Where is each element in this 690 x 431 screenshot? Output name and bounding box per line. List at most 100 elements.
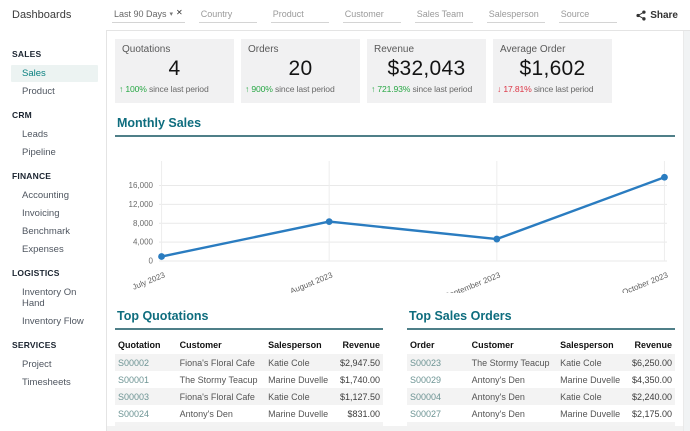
kpi-card-revenue: Revenue$32,043↑ 721.93% since last perio…: [367, 39, 486, 103]
table-row: S00001The Stormy TeacupMarine Duvelle$1,…: [115, 371, 383, 388]
filter-customer[interactable]: Customer: [343, 7, 401, 23]
table-row: S00003Fiona's Floral CafeKatie Cole$1,12…: [115, 388, 383, 405]
kpi-suffix: since last period: [147, 84, 209, 94]
share-button[interactable]: Share: [636, 10, 678, 21]
sidebar-item-inventory-on-hand[interactable]: Inventory On Hand: [11, 284, 98, 312]
dashboard-app: Dashboards Last 90 Days▾✕CountryProductC…: [0, 0, 690, 431]
sidebar-item-inventory-flow[interactable]: Inventory Flow: [11, 313, 98, 330]
data-point: [326, 218, 333, 225]
sidebar-item-sales[interactable]: Sales: [11, 65, 98, 82]
data-point: [158, 253, 165, 260]
record-link[interactable]: S00003: [115, 388, 177, 405]
kpi-suffix: since last period: [532, 84, 594, 94]
caret-down-icon[interactable]: ▾: [170, 10, 174, 18]
record-link[interactable]: S00027: [407, 405, 469, 422]
main-content: Quotations4↑ 100% since last periodOrder…: [106, 30, 690, 431]
table-cell: Katie Cole: [265, 388, 335, 405]
y-tick-label: 8,000: [133, 219, 154, 228]
table-cell: The Stormy Teacup: [469, 354, 557, 371]
y-tick-label: 12,000: [129, 200, 154, 209]
column-header-salesperson: Salesperson: [557, 337, 627, 354]
sidebar-section-sales: SALES: [0, 40, 106, 64]
table-cell: Katie Cole: [557, 354, 627, 371]
sidebar-item-project[interactable]: Project: [11, 356, 98, 373]
x-tick-label: September 2023: [443, 270, 502, 293]
table-cell: $2,947.50: [335, 354, 383, 371]
page-body: SALESSalesProductCRMLeadsPipelineFINANCE…: [0, 30, 690, 431]
record-link[interactable]: S00024: [115, 405, 177, 422]
record-link[interactable]: S00023: [407, 354, 469, 371]
table-cell: Marine Duvelle: [557, 405, 627, 422]
table-cell: Fiona's Floral Cafe: [177, 354, 265, 371]
kpi-value: $32,043: [369, 57, 484, 81]
kpi-value: $1,602: [495, 57, 610, 81]
filter-product[interactable]: Product: [271, 7, 329, 23]
sidebar-item-timesheets[interactable]: Timesheets: [11, 374, 98, 391]
top-bar: Dashboards Last 90 Days▾✕CountryProductC…: [0, 0, 690, 30]
top-sales-orders-table: OrderCustomerSalespersonRevenue S00023Th…: [407, 337, 675, 431]
table-cell: Marine Duvelle: [265, 371, 335, 388]
table-cell: Marine Duvelle: [265, 405, 335, 422]
table-cell: $831.00: [335, 405, 383, 422]
sidebar-section-services: SERVICES: [0, 331, 106, 355]
filter-source[interactable]: Source: [559, 7, 617, 23]
filter-last-90-days[interactable]: Last 90 Days▾✕: [112, 7, 185, 23]
record-link[interactable]: S00002: [115, 354, 177, 371]
table-cell: $6,250.00: [627, 354, 675, 371]
kpi-card-orders: Orders 20 ↑ 900% since last period: [241, 39, 360, 103]
table-cell: Antony's Den: [469, 371, 557, 388]
filter-label: Salesperson: [489, 9, 539, 19]
kpi-suffix: since last period: [410, 84, 472, 94]
top-sales-orders-block: Top Sales Orders OrderCustomerSalesperso…: [407, 309, 675, 431]
kpi-title: Orders: [243, 44, 358, 55]
kpi-card-average-order: Average Order $1,602 ↓ 17.81% since last p…: [493, 39, 612, 103]
filter-label: Customer: [345, 9, 384, 19]
sidebar-item-expenses[interactable]: Expenses: [11, 241, 98, 258]
sidebar-section-finance: FINANCE: [0, 162, 106, 186]
table-row: S00004Antony's DenKatie Cole$2,240.00: [407, 388, 675, 405]
sidebar: SALESSalesProductCRMLeadsPipelineFINANCE…: [0, 30, 106, 431]
sidebar-item-benchmark[interactable]: Benchmark: [11, 223, 98, 240]
scrollbar[interactable]: [683, 31, 690, 431]
column-header-revenue: Revenue: [627, 337, 675, 354]
kpi-change: ↓ 17.81% since last period: [495, 84, 610, 94]
table-row: S00027Antony's DenMarine Duvelle$2,175.0…: [407, 405, 675, 422]
table-cell: Antony's Den: [469, 388, 557, 405]
record-link[interactable]: S00029: [407, 371, 469, 388]
sidebar-item-product[interactable]: Product: [11, 83, 98, 100]
kpi-delta: 17.81%: [503, 84, 531, 94]
filter-country[interactable]: Country: [199, 7, 257, 23]
table-cell: $4,350.00: [627, 371, 675, 388]
tables-row: Top Quotations QuotationCustomerSalesper…: [115, 309, 675, 431]
record-link[interactable]: S00004: [407, 388, 469, 405]
sidebar-item-invoicing[interactable]: Invoicing: [11, 205, 98, 222]
table-cell: $2,175.00: [627, 405, 675, 422]
kpi-value: 20: [243, 57, 358, 81]
kpi-change: ↑ 900% since last period: [243, 84, 358, 94]
table-cell: Marine Duvelle: [557, 371, 627, 388]
sidebar-item-pipeline[interactable]: Pipeline: [11, 144, 98, 161]
kpi-delta: 900%: [251, 84, 272, 94]
top-quotations-block: Top Quotations QuotationCustomerSalesper…: [115, 309, 383, 431]
filter-salesperson[interactable]: Salesperson: [487, 7, 545, 23]
monthly-sales-title: Monthly Sales: [115, 116, 675, 137]
table-row: S00023The Stormy TeacupKatie Cole$6,250.…: [407, 354, 675, 371]
kpi-suffix: since last period: [273, 84, 335, 94]
record-link[interactable]: S00001: [115, 371, 177, 388]
sidebar-item-accounting[interactable]: Accounting: [11, 187, 98, 204]
filter-sales-team[interactable]: Sales Team: [415, 7, 473, 23]
table-row: S00024Antony's DenMarine Duvelle$831.00: [115, 405, 383, 422]
sales-line: [162, 177, 665, 256]
sidebar-item-leads[interactable]: Leads: [11, 126, 98, 143]
filter-bar: Last 90 Days▾✕ Country Product Customer Sale…: [112, 7, 617, 23]
table-header-row: QuotationCustomerSalespersonRevenue: [115, 337, 383, 354]
table-cell: Fiona's Floral Cafe: [177, 388, 265, 405]
kpi-title: Average Order: [495, 44, 610, 55]
top-sales-orders-title: Top Sales Orders: [407, 309, 675, 330]
bottom-strip: [107, 426, 683, 431]
column-header-order: Order: [407, 337, 469, 354]
remove-filter-icon[interactable]: ✕: [176, 8, 183, 17]
data-point: [661, 174, 668, 181]
table-cell: $1,127.50: [335, 388, 383, 405]
table-cell: Antony's Den: [177, 405, 265, 422]
